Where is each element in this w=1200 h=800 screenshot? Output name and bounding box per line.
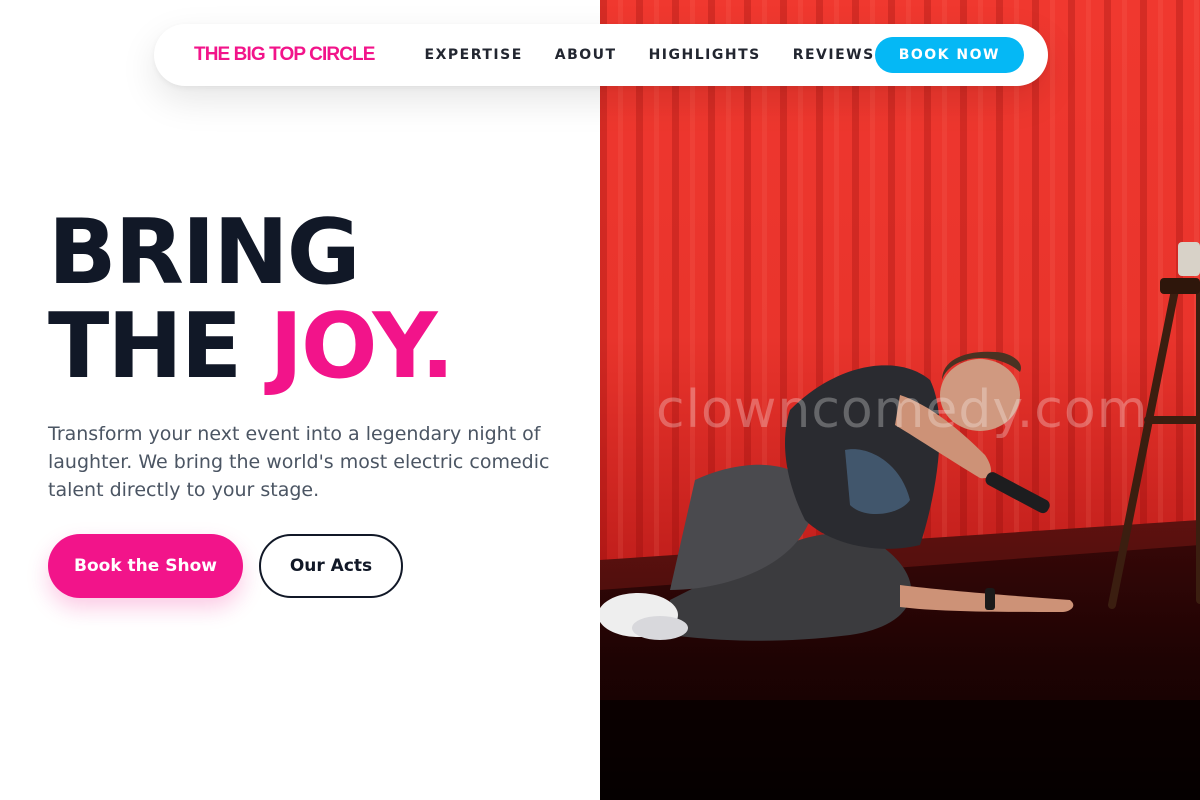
nav-link-highlights[interactable]: HIGHLIGHTS xyxy=(649,47,761,63)
headline-line-1: BRING xyxy=(48,200,361,305)
hero-headline: BRING THE JOY. xyxy=(48,200,455,394)
book-the-show-button[interactable]: Book the Show xyxy=(48,534,243,598)
nav-link-reviews[interactable]: REVIEWS xyxy=(793,47,875,63)
headline-line-2: THE JOY. xyxy=(48,300,455,394)
our-acts-button[interactable]: Our Acts xyxy=(259,534,403,598)
nav-link-about[interactable]: ABOUT xyxy=(555,47,617,63)
book-now-button[interactable]: BOOK NOW xyxy=(874,37,1024,73)
hero-photo: clowncomedy.com xyxy=(600,0,1200,800)
headline-line-2-prefix: THE xyxy=(48,294,270,399)
landing-page: clowncomedy.com THE BIG TOP CIRCLE EXPER… xyxy=(0,0,1200,800)
image-watermark: clowncomedy.com xyxy=(656,380,1149,440)
headline-accent: JOY. xyxy=(269,294,455,399)
nav-links: EXPERTISE ABOUT HIGHLIGHTS REVIEWS xyxy=(425,47,875,63)
brand-logo[interactable]: THE BIG TOP CIRCLE xyxy=(194,44,375,66)
nav-link-expertise[interactable]: EXPERTISE xyxy=(425,47,523,63)
top-navigation: THE BIG TOP CIRCLE EXPERTISE ABOUT HIGHL… xyxy=(154,24,1048,86)
hero-subtitle: Transform your next event into a legenda… xyxy=(48,423,550,501)
